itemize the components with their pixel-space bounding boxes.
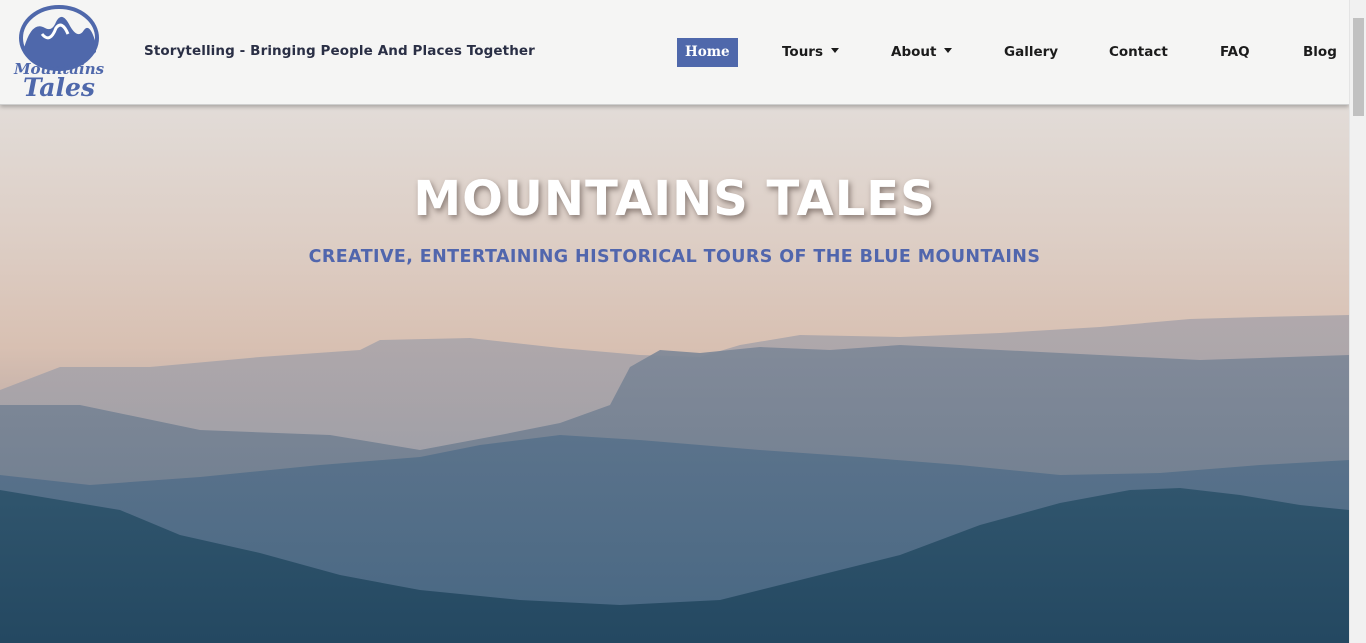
nav-item-label: Gallery [1004,44,1059,60]
caret-down-icon [944,48,953,53]
main-nav: Home Tours About Gallery Contact FAQ Blo… [0,38,1349,67]
nav-item-tours[interactable]: Tours [782,38,839,67]
nav-item-faq[interactable]: FAQ [1220,38,1250,67]
site-header: Mountains Tales Storytelling - Bringing … [0,0,1349,105]
nav-item-home[interactable]: Home [677,38,738,67]
nav-item-label: FAQ [1220,44,1250,60]
nav-item-gallery[interactable]: Gallery [1004,38,1058,67]
vertical-scrollbar[interactable] [1349,0,1366,643]
nav-item-label: Contact [1109,44,1168,60]
logo-line2: Tales [23,73,95,100]
nav-item-blog[interactable]: Blog [1303,38,1337,67]
hero-banner: MOUNTAINS TALES CREATIVE, ENTERTAINING H… [0,105,1349,643]
scrollbar-thumb[interactable] [1353,18,1364,116]
hero-subtitle: CREATIVE, ENTERTAINING HISTORICAL TOURS … [308,247,1041,267]
nav-item-label: Home [685,44,730,60]
nav-item-label: About [891,44,937,60]
caret-down-icon [831,48,839,53]
hero-title: MOUNTAINS TALES [413,171,936,227]
nav-item-label: Tours [782,44,823,60]
nav-item-label: Blog [1303,44,1337,60]
page: Mountains Tales Storytelling - Bringing … [0,0,1349,643]
nav-item-contact[interactable]: Contact [1109,38,1168,67]
nav-item-about[interactable]: About [891,38,953,67]
